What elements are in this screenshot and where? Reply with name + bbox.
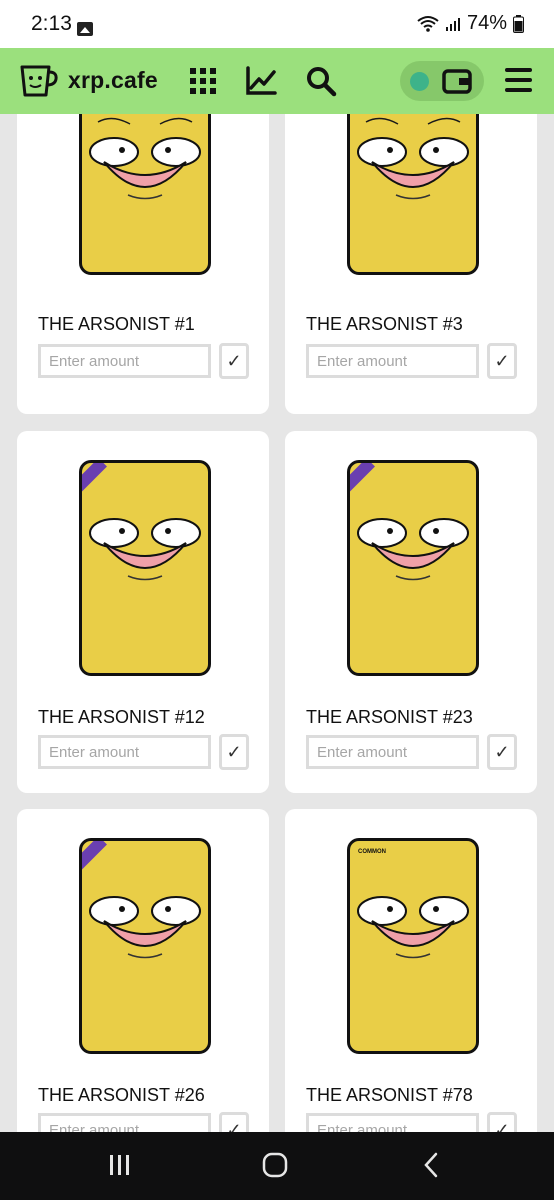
status-bar: 2:13 74%	[0, 0, 554, 48]
nft-title: THE ARSONIST #12	[38, 707, 205, 727]
amount-input[interactable]	[306, 735, 479, 769]
home-icon[interactable]	[260, 1150, 290, 1180]
wallet-toggle[interactable]	[400, 61, 484, 101]
confirm-button[interactable]: ✓	[219, 1112, 249, 1132]
nft-image[interactable]	[347, 114, 479, 275]
brand-name: xrp.cafe	[68, 66, 158, 93]
nft-grid: THE ARSONIST #1 ✓ THE ARSONIST #3 ✓	[0, 114, 554, 1132]
nft-image[interactable]	[347, 460, 479, 676]
amount-input[interactable]	[38, 735, 211, 769]
battery-percent: 74%	[466, 12, 507, 34]
grid-icon[interactable]	[186, 64, 220, 98]
nft-card[interactable]: THE ARSONIST #23 ✓	[285, 431, 537, 793]
amount-input[interactable]	[306, 344, 479, 378]
nft-image[interactable]	[79, 460, 211, 676]
signal-icon	[445, 17, 460, 31]
nft-title: THE ARSONIST #26	[38, 1085, 205, 1105]
wifi-icon	[417, 15, 439, 32]
confirm-button[interactable]: ✓	[219, 343, 249, 379]
search-icon[interactable]	[304, 64, 338, 98]
nft-title: THE ARSONIST #3	[306, 314, 463, 334]
rarity-tag: COMMON	[358, 849, 386, 855]
chart-icon[interactable]	[244, 64, 278, 98]
nft-title: THE ARSONIST #1	[38, 314, 195, 334]
confirm-button[interactable]: ✓	[487, 1112, 517, 1132]
menu-icon[interactable]	[505, 68, 532, 98]
nft-image[interactable]	[79, 838, 211, 1054]
nft-title: THE ARSONIST #23	[306, 707, 473, 727]
gallery-icon	[77, 22, 93, 36]
app-header: xrp.cafe	[0, 48, 554, 114]
nft-card[interactable]: COMMON THE ARSONIST #78 ✓	[285, 809, 537, 1132]
amount-input[interactable]	[38, 1113, 211, 1132]
status-right: 74%	[417, 12, 524, 35]
confirm-button[interactable]: ✓	[219, 734, 249, 770]
status-time: 2:13	[31, 12, 72, 35]
confirm-button[interactable]: ✓	[487, 343, 517, 379]
nft-image[interactable]	[79, 114, 211, 275]
nft-card[interactable]: THE ARSONIST #12 ✓	[17, 431, 269, 793]
system-nav-bar	[0, 1132, 554, 1200]
nft-card[interactable]: THE ARSONIST #26 ✓	[17, 809, 269, 1132]
back-icon[interactable]	[416, 1150, 446, 1180]
confirm-button[interactable]: ✓	[487, 734, 517, 770]
nft-card[interactable]: THE ARSONIST #1 ✓	[17, 114, 269, 414]
connection-dot	[410, 72, 429, 91]
nft-image[interactable]: COMMON	[347, 838, 479, 1054]
nft-card[interactable]: THE ARSONIST #3 ✓	[285, 114, 537, 414]
recent-apps-icon[interactable]	[105, 1150, 135, 1180]
cup-logo-icon	[20, 65, 58, 97]
battery-icon	[513, 14, 524, 33]
wallet-icon	[442, 69, 472, 94]
amount-input[interactable]	[38, 344, 211, 378]
nft-title: THE ARSONIST #78	[306, 1085, 473, 1105]
brand-logo[interactable]: xrp.cafe	[18, 62, 158, 98]
amount-input[interactable]	[306, 1113, 479, 1132]
